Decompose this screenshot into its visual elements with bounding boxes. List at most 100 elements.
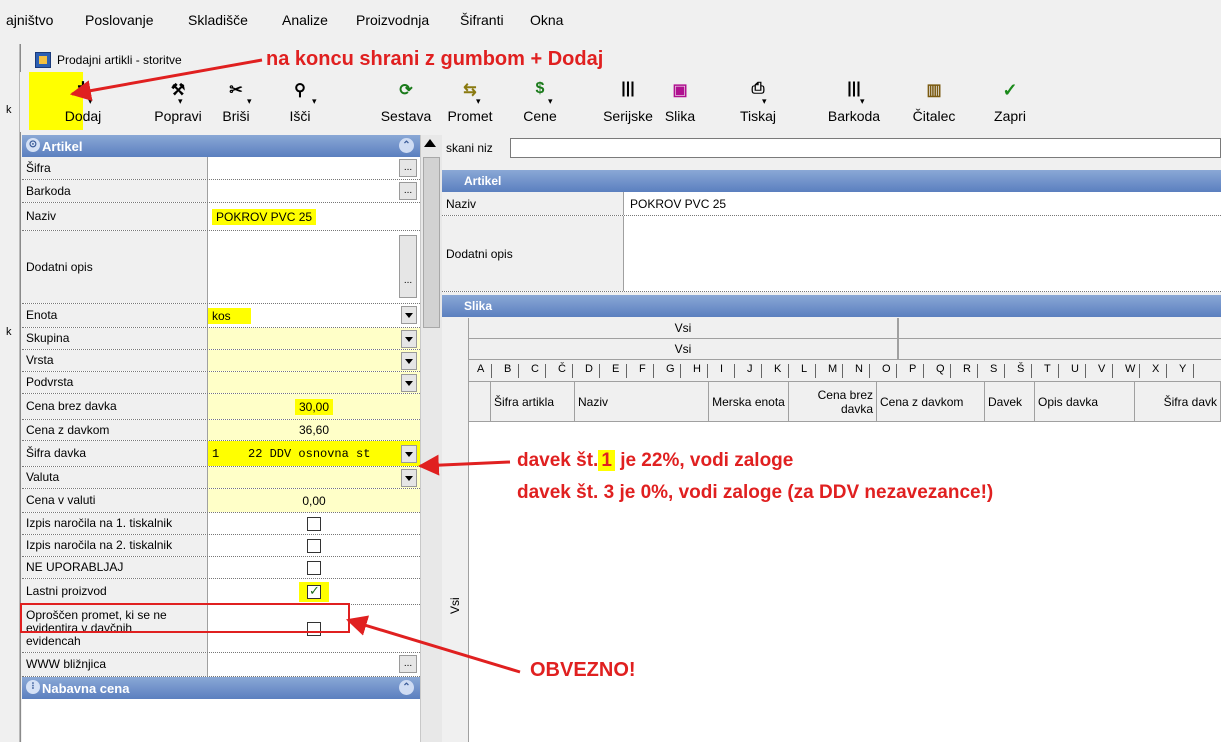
alphabet-letter[interactable]: B [504, 363, 511, 375]
chevron-down-icon[interactable]: ▾ [312, 96, 317, 107]
panel-scrollbar[interactable] [420, 135, 442, 742]
group-row[interactable]: Vsi [469, 318, 1221, 339]
serijske-button[interactable]: ||| Serijske [558, 72, 653, 130]
sifra-field[interactable] [208, 157, 420, 179]
lastni-proizvod-checkbox[interactable] [307, 583, 321, 599]
menu-sifranti[interactable]: Šifranti [460, 12, 504, 28]
group-row[interactable]: Vsi [469, 339, 1221, 360]
column-header[interactable]: Naziv [575, 382, 709, 422]
chevron-down-icon[interactable]: ▾ [762, 96, 767, 107]
slika-button[interactable]: ▣ Slika [632, 72, 695, 130]
isci-button[interactable]: ⚲ Išči [260, 72, 311, 130]
alphabet-letter[interactable]: X [1152, 363, 1159, 375]
naziv-field[interactable]: POKROV PVC 25 [208, 203, 420, 230]
dropdown-arrow-icon[interactable] [401, 469, 417, 487]
scroll-thumb[interactable] [423, 157, 440, 328]
alphabet-letter[interactable]: R [963, 363, 971, 375]
alphabet-letter[interactable]: J [747, 363, 753, 375]
column-header[interactable]: Davek [985, 382, 1035, 422]
barkoda-button[interactable]: ||| Barkoda [778, 72, 880, 130]
dropdown-arrow-icon[interactable] [401, 330, 417, 348]
cene-button[interactable]: $ Cene [494, 72, 556, 130]
alphabet-letter[interactable]: U [1071, 363, 1079, 375]
chevron-down-icon[interactable]: ▾ [548, 96, 553, 107]
alphabet-letter[interactable]: V [1098, 363, 1105, 375]
sifra-davka-select[interactable]: 1 22 DDV osnovna st [208, 441, 420, 466]
alphabet-letter[interactable]: T [1044, 363, 1051, 375]
scroll-up-icon[interactable] [424, 139, 436, 147]
cena-brez-field[interactable]: 30,00 [208, 394, 420, 419]
alphabet-letter[interactable]: W [1125, 363, 1135, 375]
dropdown-arrow-icon[interactable] [401, 445, 417, 463]
skupina-select[interactable] [208, 328, 420, 349]
alphabet-letter[interactable]: N [855, 363, 863, 375]
citalec-button[interactable]: ▥ Čitalec [872, 72, 956, 130]
barkoda-field[interactable] [208, 180, 420, 202]
alphabet-letter[interactable]: M [828, 363, 837, 375]
tiskaj-button[interactable]: ⎙ Tiskaj [702, 72, 776, 130]
alphabet-letter[interactable]: G [666, 363, 675, 375]
cena-z-field[interactable]: 36,60 [208, 420, 420, 440]
chevron-down-icon[interactable]: ▾ [88, 96, 93, 107]
chevron-down-icon[interactable]: ▾ [178, 96, 183, 107]
dropdown-arrow-icon[interactable] [401, 374, 417, 392]
ne-uporabljaj-checkbox[interactable] [307, 560, 321, 575]
column-header[interactable]: Merska enota [709, 382, 789, 422]
ellipsis-button[interactable]: ... [399, 655, 417, 673]
ellipsis-button[interactable]: ... [399, 235, 417, 298]
dodaj-button[interactable]: + Dodaj [29, 72, 101, 130]
column-header[interactable]: Cena z davkom [877, 382, 985, 422]
alphabet-letter[interactable]: H [693, 363, 701, 375]
column-header[interactable]: Cena brez davka [789, 382, 877, 422]
alphabet-letter[interactable]: Č [558, 363, 566, 375]
alphabet-letter[interactable]: A [477, 363, 484, 375]
izpis1-checkbox[interactable] [307, 516, 321, 531]
promet-button[interactable]: ⇆ Promet [410, 72, 492, 130]
alphabet-letter[interactable]: K [774, 363, 781, 375]
menu-poslovanje[interactable]: Poslovanje [85, 12, 154, 28]
ellipsis-button[interactable]: ... [399, 159, 417, 177]
collapse-icon[interactable]: ⌃ [399, 680, 414, 695]
chevron-down-icon[interactable]: ▾ [247, 96, 252, 107]
enota-field[interactable]: kos [208, 304, 420, 327]
column-header[interactable]: Opis davka [1035, 382, 1135, 422]
podvrsta-select[interactable] [208, 372, 420, 393]
menu-tajnistvo[interactable]: ajništvo [6, 12, 53, 28]
search-input[interactable] [510, 138, 1221, 158]
column-header[interactable]: Šifra davk [1135, 382, 1221, 422]
valuta-select[interactable] [208, 467, 420, 488]
alphabet-letter[interactable]: I [720, 363, 723, 375]
menu-skladisce[interactable]: Skladišče [188, 12, 248, 28]
dodatni-opis-field[interactable] [208, 231, 420, 303]
izpis2-checkbox[interactable] [307, 538, 321, 553]
alphabet-letter[interactable]: D [585, 363, 593, 375]
dropdown-arrow-icon[interactable] [401, 306, 417, 324]
alphabet-letter[interactable]: O [882, 363, 891, 375]
ellipsis-button[interactable]: ... [399, 182, 417, 200]
menu-okna[interactable]: Okna [530, 12, 563, 28]
collapse-icon[interactable]: ⌃ [399, 138, 414, 153]
cena-valuti-field[interactable]: 0,00 [208, 489, 420, 512]
www-field[interactable] [208, 653, 420, 676]
dropdown-arrow-icon[interactable] [401, 352, 417, 370]
alphabet-letter[interactable]: C [531, 363, 539, 375]
alphabet-letter[interactable]: F [639, 363, 646, 375]
sestava-button[interactable]: ⟳ Sestava [336, 72, 432, 130]
section-nabavna-header[interactable]: ⁝ Nabavna cena ⌃ [22, 677, 420, 699]
zapri-button[interactable]: ✓ Zapri [970, 72, 1026, 130]
column-header[interactable]: Šifra artikla [491, 382, 575, 422]
vrsta-select[interactable] [208, 350, 420, 371]
chevron-down-icon[interactable]: ▾ [476, 96, 481, 107]
alphabet-letter[interactable]: Š [1017, 363, 1024, 375]
alphabet-letter[interactable]: L [801, 363, 807, 375]
alphabet-letter[interactable]: Q [936, 363, 945, 375]
alphabet-letter[interactable]: S [990, 363, 997, 375]
section-artikel-header[interactable]: ⊙ Artikel ⌃ [22, 135, 420, 157]
alphabet-letter[interactable]: Y [1179, 363, 1186, 375]
menu-proizvodnja[interactable]: Proizvodnja [356, 12, 429, 28]
chevron-down-icon[interactable]: ▾ [860, 96, 865, 107]
brisi-button[interactable]: ✂ Briši [190, 72, 249, 130]
menu-analize[interactable]: Analize [282, 12, 328, 28]
popravi-button[interactable]: ⚒ Popravi [108, 72, 201, 130]
alphabet-letter[interactable]: P [909, 363, 916, 375]
